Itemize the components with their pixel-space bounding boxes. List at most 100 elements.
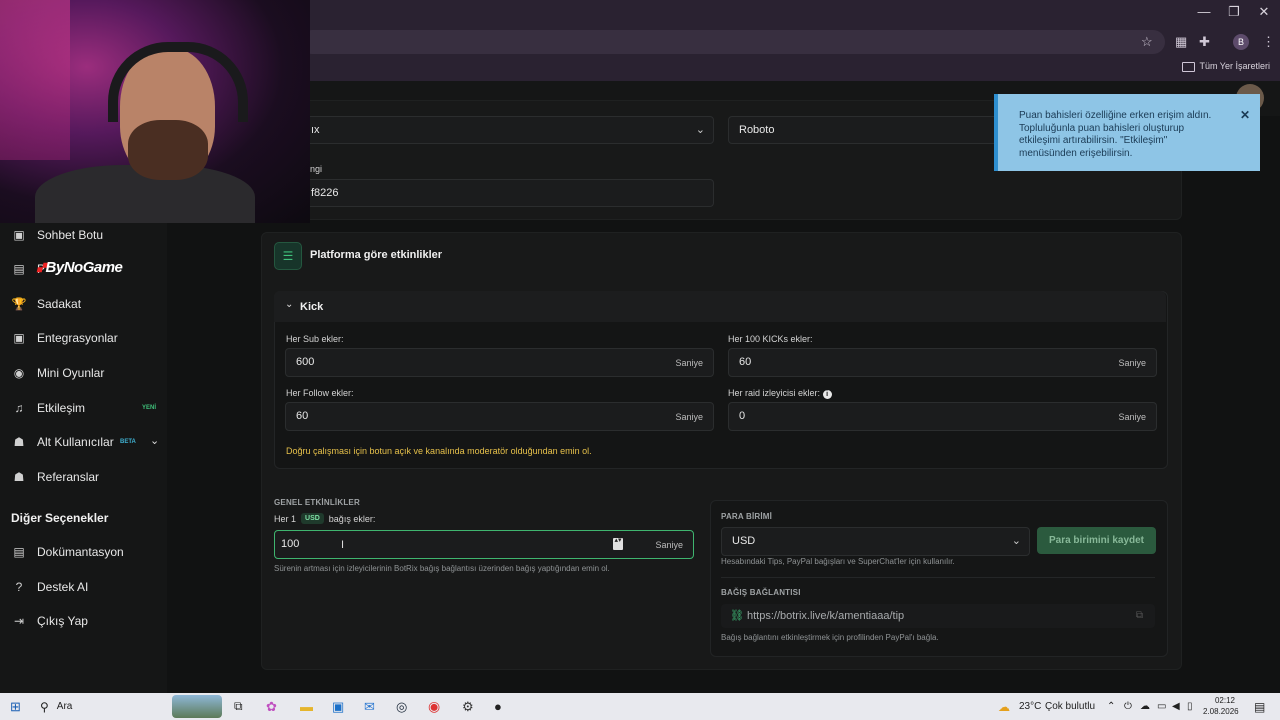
mail-icon[interactable]: ✉ bbox=[364, 693, 375, 720]
weather-desc[interactable]: Çok bulutlu bbox=[1045, 693, 1095, 720]
sidebar-item-logout[interactable]: ⇥ Çıkış Yap bbox=[11, 610, 88, 632]
sidebar-item-chatbot[interactable]: ▣ Sohbet Botu bbox=[11, 224, 103, 246]
folder-icon bbox=[1182, 61, 1196, 72]
gamepad-icon: ◉ bbox=[13, 366, 25, 380]
bookmark-star-icon[interactable]: ☆ bbox=[1141, 34, 1153, 50]
puzzle-icon[interactable]: ✚ bbox=[1199, 34, 1210, 50]
card-icon: ▤ bbox=[13, 262, 25, 276]
integration-icon: ▣ bbox=[13, 331, 25, 345]
donation-link-field[interactable]: ⛓ https://botrix.live/k/amentiaaa/tip ⧉ bbox=[721, 604, 1155, 628]
donation-unit: Saniye bbox=[655, 540, 683, 550]
menu-dots-icon[interactable]: ⋮ bbox=[1262, 34, 1275, 50]
close-icon[interactable]: ✕ bbox=[1240, 108, 1250, 122]
tray-app-icon[interactable]: ⏻ bbox=[1124, 693, 1132, 720]
number-stepper-icon[interactable]: ▴▾ bbox=[613, 537, 623, 550]
settings-icon[interactable]: ⚙ bbox=[462, 693, 474, 720]
clock[interactable]: 02:12 2.08.2026 bbox=[1203, 695, 1239, 717]
sidebar-item-loyalty[interactable]: 🏆 Sadakat bbox=[11, 293, 82, 315]
headset bbox=[108, 42, 248, 122]
clock-date: 2.08.2026 bbox=[1203, 707, 1239, 716]
link-icon: ⛓ bbox=[730, 610, 744, 622]
file-explorer-icon[interactable]: ▬ bbox=[300, 693, 313, 720]
sidebar-item-label: Sadakat bbox=[37, 297, 82, 311]
address-bar[interactable] bbox=[300, 30, 1165, 54]
notification-center-icon[interactable]: ▤ bbox=[1254, 693, 1265, 720]
donation-hint: Sürenin artması için izleyicilerinin Bot… bbox=[274, 564, 610, 573]
extension-icon[interactable]: ▦ bbox=[1175, 34, 1187, 50]
sidebar-item-label: Çıkış Yap bbox=[37, 614, 88, 628]
search-highlight-image[interactable] bbox=[172, 695, 222, 718]
help-icon: ? bbox=[15, 580, 23, 594]
chrome-icon[interactable]: ◉ bbox=[428, 693, 440, 720]
raid-input[interactable]: 0 Saniye bbox=[728, 402, 1157, 431]
chevron-down-icon: ⌄ bbox=[1011, 535, 1021, 547]
sub-input[interactable]: 600 Saniye bbox=[285, 348, 714, 377]
logout-icon: ⇥ bbox=[13, 614, 25, 628]
restore-icon[interactable]: ❐ bbox=[1224, 4, 1244, 20]
chevron-down-icon: ⌄ bbox=[695, 124, 705, 136]
raid-label: Her raid izleyicisi ekler: bbox=[728, 388, 821, 398]
save-currency-button[interactable]: Para birimini kaydet bbox=[1037, 527, 1156, 554]
events-title: Platforma göre etkinlikler bbox=[310, 249, 443, 261]
sidebar-item-minigames[interactable]: ◉ Mini Oyunlar bbox=[11, 362, 105, 384]
weather-temp[interactable]: 23°C bbox=[1019, 693, 1041, 720]
volume-icon[interactable]: ◀ bbox=[1172, 693, 1180, 720]
currency-select[interactable]: USD ⌄ bbox=[721, 527, 1030, 556]
logo-prefix: By bbox=[45, 259, 65, 276]
kicks-input[interactable]: 60 Saniye bbox=[728, 348, 1157, 377]
sidebar-item-label: Alt Kullanıcılar bbox=[37, 435, 114, 449]
color-label: ngi bbox=[310, 164, 323, 174]
color-value: f8226 bbox=[311, 187, 339, 199]
battery-icon[interactable]: ▯ bbox=[1187, 693, 1193, 720]
raid-label-wrap: Her raid izleyicisi ekler: i bbox=[728, 388, 832, 399]
rgb-light bbox=[0, 0, 70, 160]
sidebar-item-label: Dokümantasyon bbox=[37, 545, 124, 559]
clock-time: 02:12 bbox=[1214, 696, 1235, 705]
chevron-down-icon[interactable]: ⌄ bbox=[150, 434, 159, 447]
profile-avatar[interactable]: B bbox=[1233, 34, 1249, 50]
all-bookmarks-label: Tüm Yer İşaretleri bbox=[1199, 61, 1270, 71]
network-icon[interactable]: ▭ bbox=[1157, 693, 1166, 720]
donation-input[interactable]: 100 ▴▾ Saniye I bbox=[274, 530, 694, 559]
all-bookmarks[interactable]: Tüm Yer İşaretleri bbox=[1182, 61, 1270, 72]
music-icon: ♫ bbox=[14, 401, 24, 415]
donation-link[interactable]: https://botrix.live/k/amentiaaa/tip bbox=[747, 610, 904, 622]
color-input[interactable]: f8226 bbox=[300, 179, 714, 207]
trophy-icon: 🏆 bbox=[11, 297, 27, 311]
sidebar-item-integrations[interactable]: ▣ Entegrasyonlar bbox=[11, 327, 118, 349]
sidebar-item-referrals[interactable]: ☗ Referanslar bbox=[11, 466, 99, 488]
minimize-icon[interactable]: — bbox=[1194, 4, 1214, 19]
taskbar-search[interactable]: ⚲ Ara bbox=[40, 693, 72, 720]
donation-link-hint: Bağış bağlantını etkinleştirmek için pro… bbox=[721, 633, 939, 642]
steam-icon[interactable]: ◎ bbox=[396, 693, 407, 720]
sidebar-item-support-ai[interactable]: ? Destek AI bbox=[11, 576, 89, 598]
currency-selected: USD bbox=[732, 535, 756, 547]
font-select[interactable]: Roboto bbox=[728, 116, 1010, 144]
obs-icon[interactable]: ● bbox=[494, 693, 502, 720]
tray-chevron-icon[interactable]: ⌃ bbox=[1107, 693, 1115, 720]
windows-start-icon[interactable]: ⊞ bbox=[10, 693, 21, 720]
sidebar-item-subusers[interactable]: ☗ Alt Kullanıcılar bbox=[11, 431, 114, 453]
tray-cloud-icon[interactable]: ☁ bbox=[1140, 693, 1150, 720]
task-view-icon[interactable]: ⧉ bbox=[234, 693, 243, 720]
info-icon[interactable]: i bbox=[822, 390, 832, 399]
follow-label: Her Follow ekler: bbox=[286, 388, 354, 398]
close-window-icon[interactable]: ✕ bbox=[1254, 4, 1274, 20]
people-icon: ☗ bbox=[13, 470, 25, 484]
follow-input[interactable]: 60 Saniye bbox=[285, 402, 714, 431]
donation-label-prefix: Her 1 bbox=[274, 513, 297, 524]
copy-icon[interactable]: ⧉ bbox=[1136, 610, 1143, 621]
sidebar-item-docs[interactable]: ▤ Dokümantasyon bbox=[11, 541, 124, 563]
sidebar-item-label: Mini Oyunlar bbox=[37, 366, 105, 380]
sliders-icon: ☰ bbox=[274, 242, 302, 270]
sidebar-item-interaction[interactable]: ♫ Etkileşim bbox=[11, 397, 86, 419]
kick-accordion-header[interactable] bbox=[274, 291, 1166, 322]
webcam-overlay bbox=[0, 0, 310, 223]
sidebar-item-label: Entegrasyonlar bbox=[37, 331, 118, 345]
font-select-value: Roboto bbox=[739, 124, 775, 136]
style-select-value: ıx bbox=[311, 124, 320, 136]
currency-badge: USD bbox=[301, 513, 324, 524]
style-select[interactable]: ıx ⌄ bbox=[300, 116, 714, 144]
copilot-icon[interactable]: ✿ bbox=[266, 693, 277, 720]
store-icon[interactable]: ▣ bbox=[332, 693, 344, 720]
